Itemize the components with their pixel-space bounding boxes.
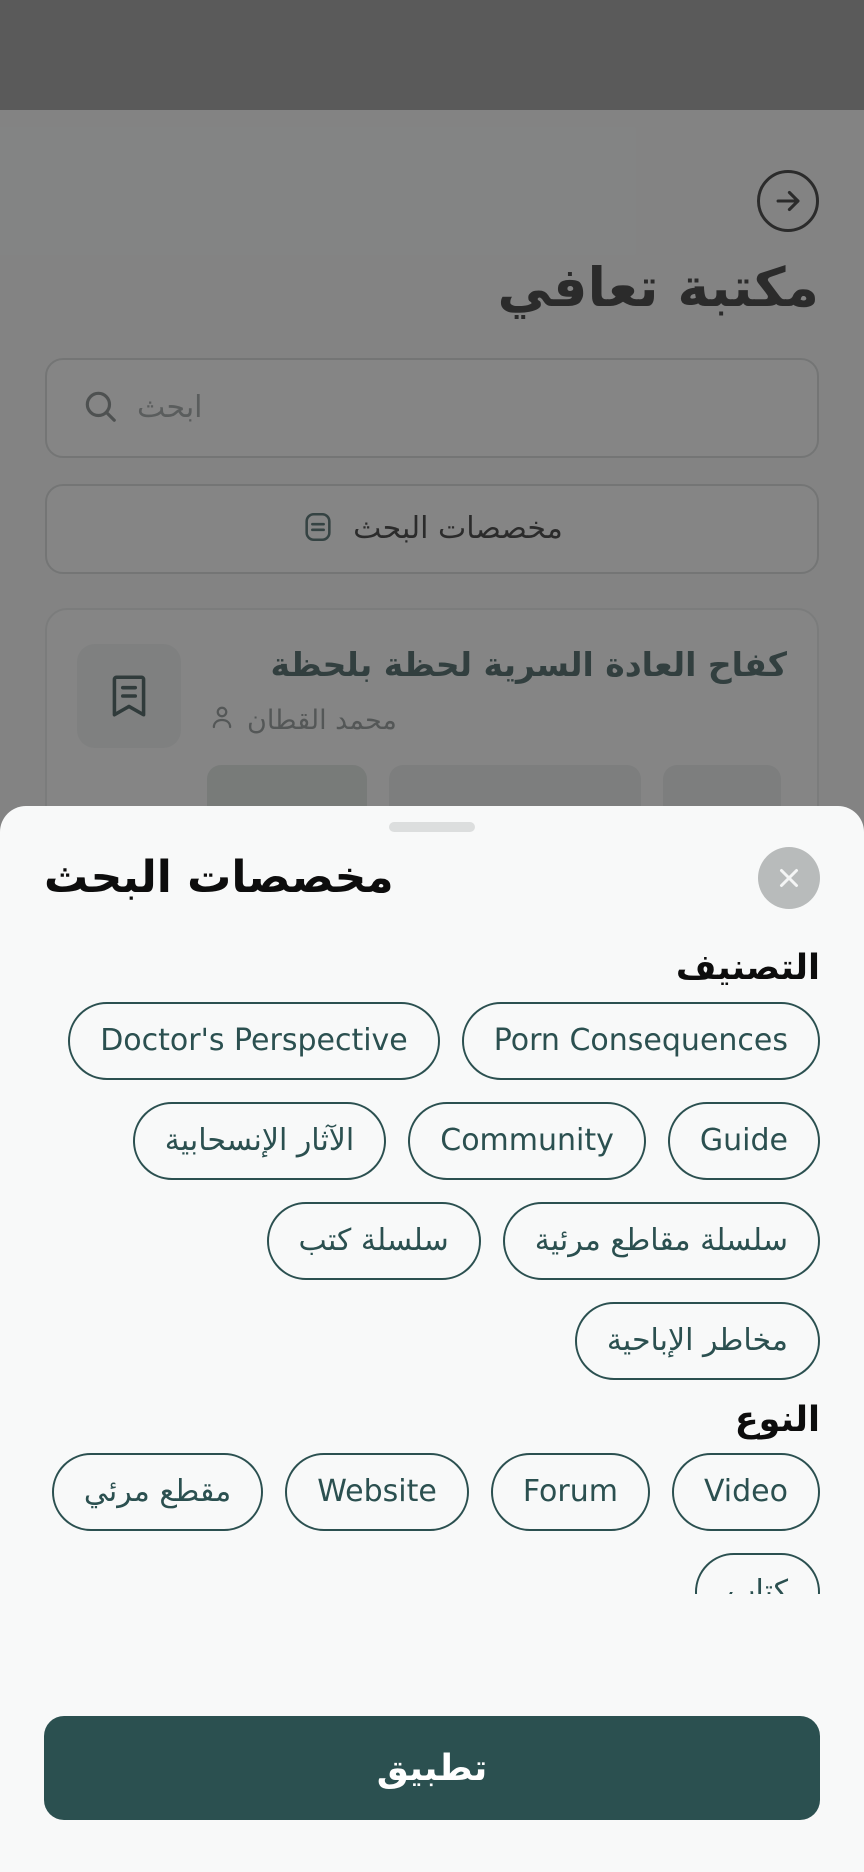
chip-withdrawal-effects[interactable]: الآثار الإنسحابية <box>132 1101 387 1180</box>
chip-video[interactable]: Video <box>671 1453 820 1531</box>
chip-video-series[interactable]: سلسلة مقاطع مرئية <box>502 1201 820 1280</box>
apply-button[interactable]: تطبيق <box>44 1716 820 1820</box>
section-label-type: النوع <box>734 1399 820 1440</box>
status-bar <box>0 0 864 110</box>
phone-screen: مكتبة تعافي ابحث مخصصات البحث <box>0 0 864 1872</box>
section-label-category: التصنيف <box>675 948 820 988</box>
chip-website[interactable]: Website <box>285 1453 469 1531</box>
chip-book-series[interactable]: سلسلة كتب <box>266 1201 481 1280</box>
close-icon[interactable] <box>758 847 820 909</box>
chip-porn-consequences[interactable]: Porn Consequences <box>461 1001 820 1080</box>
chip-group-type: Video Forum Website مقطع مرئي كتاب <box>44 1453 820 1594</box>
chip-video-clip[interactable]: مقطع مرئي <box>51 1453 264 1531</box>
filters-bottom-sheet: مخصصات البحث التصنيف Porn Consequences D… <box>0 806 864 1872</box>
chip-forum[interactable]: Forum <box>490 1453 650 1531</box>
chip-guide[interactable]: Guide <box>667 1101 820 1180</box>
chip-porn-risks[interactable]: مخاطر الإباحية <box>574 1301 820 1380</box>
chip-group-category: Porn Consequences Doctor's Perspective G… <box>44 1001 820 1380</box>
chip-community[interactable]: Community <box>408 1101 646 1180</box>
chip-book[interactable]: كتاب <box>695 1553 820 1594</box>
sheet-header: مخصصات البحث <box>0 806 864 924</box>
apply-bar: تطبيق <box>0 1716 864 1872</box>
filters-list: التصنيف Porn Consequences Doctor's Persp… <box>0 924 864 1594</box>
chip-doctors-perspective[interactable]: Doctor's Perspective <box>68 1001 440 1080</box>
sheet-title: مخصصات البحث <box>44 852 394 903</box>
